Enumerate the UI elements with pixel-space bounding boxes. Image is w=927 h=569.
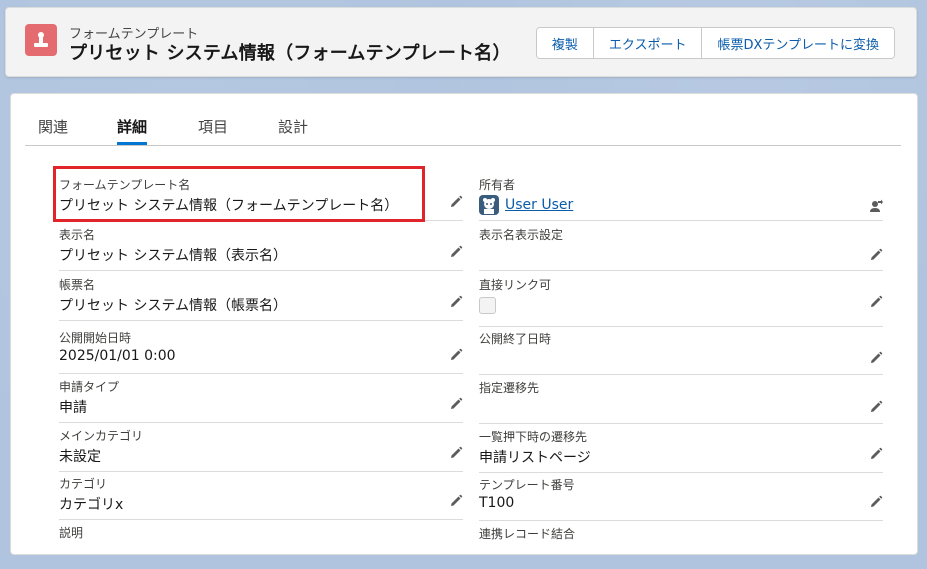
owner-value: User User: [479, 195, 573, 215]
record-title: プリセット システム情報（フォームテンプレート名）: [69, 43, 511, 64]
tab-related[interactable]: 関連: [38, 116, 68, 144]
field-value: プリセット システム情報（表示名）: [59, 248, 288, 264]
field-display-name: 表示名 プリセット システム情報（表示名）: [59, 223, 463, 271]
pencil-icon[interactable]: [449, 295, 463, 309]
clone-button[interactable]: 複製: [536, 28, 593, 58]
field-template-number: テンプレート番号 T100: [479, 473, 883, 521]
field-label: 直接リンク可: [479, 278, 552, 292]
field-value: カテゴリx: [59, 497, 124, 513]
field-form-name: 帳票名 プリセット システム情報（帳票名）: [59, 273, 463, 321]
field-display-name-setting: 表示名表示設定: [479, 223, 883, 271]
pencil-icon[interactable]: [869, 248, 883, 262]
field-publish-end: 公開終了日時: [479, 327, 883, 375]
pencil-icon[interactable]: [449, 446, 463, 460]
tab-details[interactable]: 詳細: [117, 116, 148, 145]
field-label: 指定遷移先: [479, 381, 540, 395]
field-label: 連携レコード結合: [479, 527, 576, 541]
tab-design[interactable]: 設計: [278, 116, 308, 144]
field-direct-link: 直接リンク可: [479, 273, 883, 327]
field-main-category: メインカテゴリ 未設定: [59, 424, 463, 472]
field-label: 公開終了日時: [479, 332, 552, 346]
pencil-icon[interactable]: [449, 494, 463, 508]
action-button-group: 複製 エクスポート 帳票DXテンプレートに変換: [535, 27, 895, 59]
pencil-icon[interactable]: [869, 295, 883, 309]
field-label: 表示名: [59, 228, 96, 242]
field-list-click-destination: 一覧押下時の遷移先 申請リストページ: [479, 425, 883, 473]
field-label: 表示名表示設定: [479, 228, 564, 242]
field-owner: 所有者 User User: [479, 173, 883, 221]
field-label: 公開開始日時: [59, 331, 132, 345]
field-label: カテゴリ: [59, 477, 108, 491]
pencil-icon[interactable]: [449, 397, 463, 411]
export-button[interactable]: エクスポート: [592, 28, 702, 58]
field-value: T100: [479, 495, 515, 511]
owner-link[interactable]: User User: [505, 197, 573, 213]
record-header: フォームテンプレート プリセット システム情報（フォームテンプレート名） 複製 …: [5, 7, 917, 77]
pencil-icon[interactable]: [869, 447, 883, 461]
field-label: 帳票名: [59, 278, 96, 292]
highlight-box: [53, 166, 425, 222]
field-category: カテゴリ カテゴリx: [59, 472, 463, 520]
field-description: 説明: [59, 521, 463, 568]
direct-link-checkbox[interactable]: [479, 297, 496, 314]
pencil-icon[interactable]: [449, 195, 463, 209]
field-linked-record-join: 連携レコード結合: [479, 522, 883, 569]
field-label: メインカテゴリ: [59, 429, 144, 443]
convert-template-button[interactable]: 帳票DXテンプレートに変換: [701, 28, 894, 58]
field-label: 一覧押下時の遷移先: [479, 430, 588, 444]
field-label: テンプレート番号: [479, 478, 575, 492]
pencil-icon[interactable]: [869, 495, 883, 509]
field-value: 2025/01/01 0:00: [59, 348, 176, 364]
field-label: 申請タイプ: [59, 380, 120, 394]
field-value: 申請リストページ: [479, 450, 591, 466]
pencil-icon[interactable]: [449, 348, 463, 362]
field-application-type: 申請タイプ 申請: [59, 375, 463, 423]
pencil-icon[interactable]: [869, 351, 883, 365]
field-publish-start: 公開開始日時 2025/01/01 0:00: [59, 326, 463, 374]
field-redirect-destination: 指定遷移先: [479, 376, 883, 424]
field-value: プリセット システム情報（帳票名）: [59, 298, 288, 314]
field-label: 所有者: [479, 178, 516, 192]
field-value: 未設定: [59, 449, 101, 465]
field-value: 申請: [59, 400, 87, 416]
form-template-icon: [25, 24, 57, 56]
record-detail-card: 関連 詳細 項目 設計 フォームテンプレート名 プリセット システム情報（フォー…: [10, 93, 918, 555]
tab-fields[interactable]: 項目: [198, 116, 228, 144]
tab-bar: 関連 詳細 項目 設計: [25, 108, 901, 146]
user-avatar-icon: [479, 195, 499, 215]
pencil-icon[interactable]: [449, 245, 463, 259]
field-label: 説明: [59, 526, 84, 540]
change-owner-icon[interactable]: [869, 199, 883, 213]
pencil-icon[interactable]: [869, 400, 883, 414]
